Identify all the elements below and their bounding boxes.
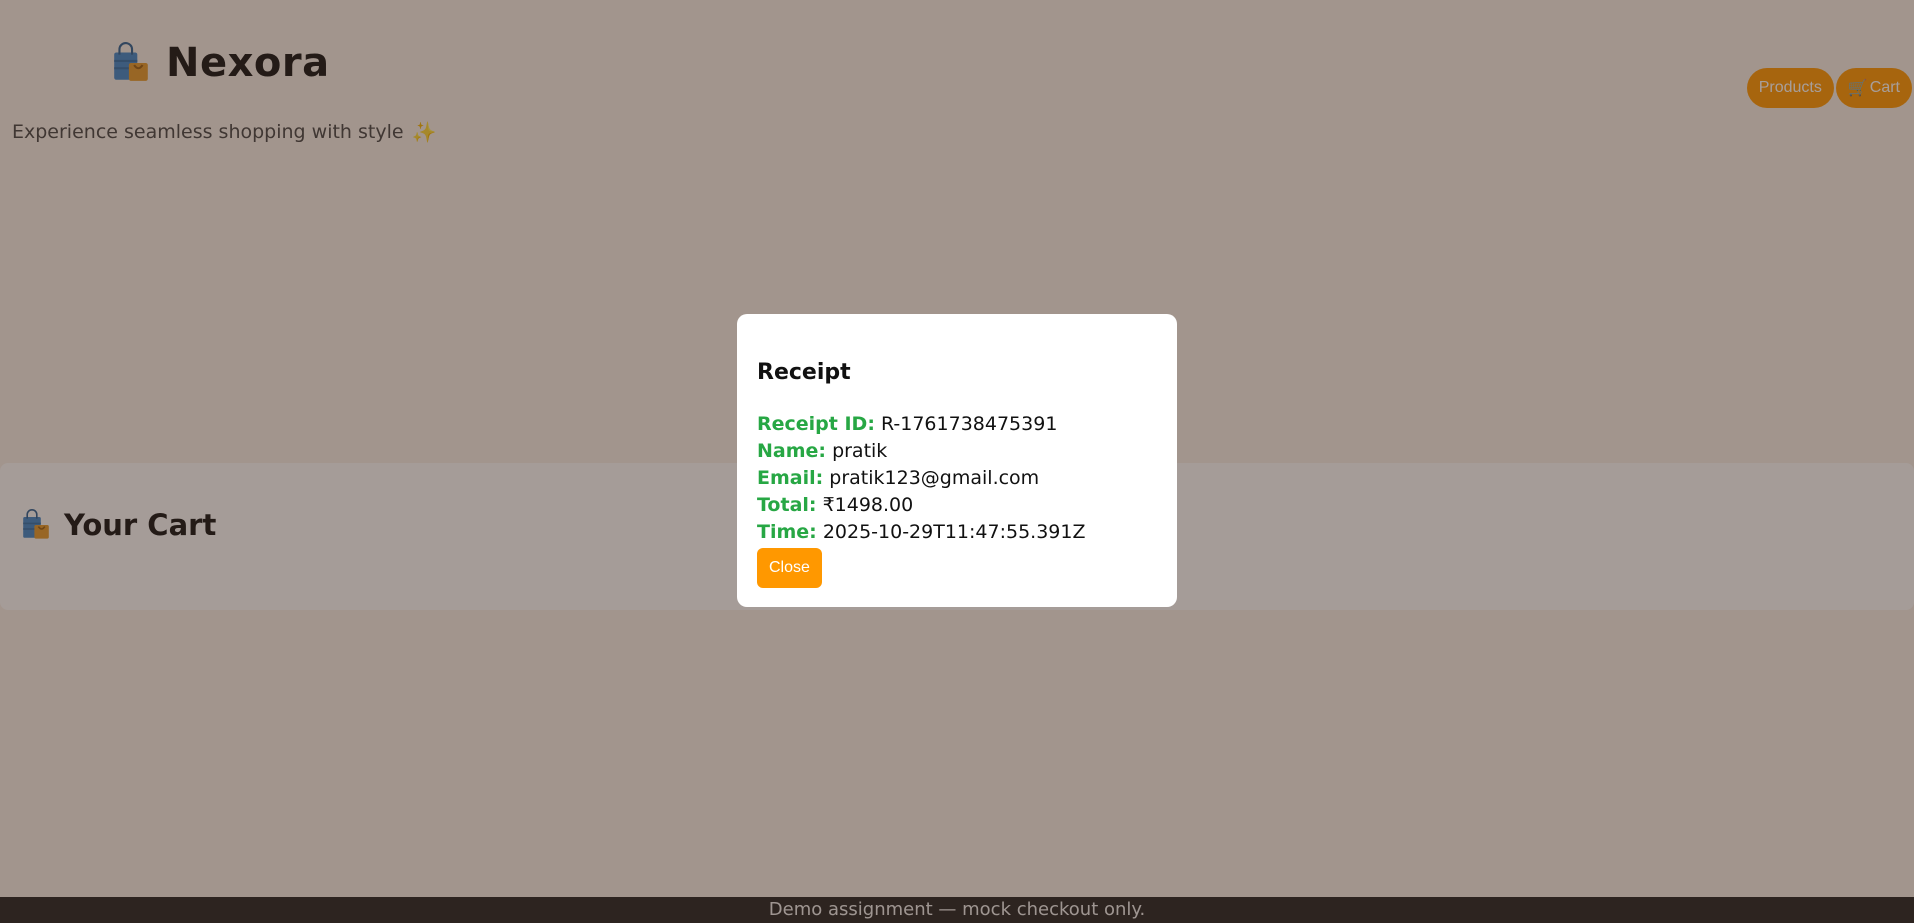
receipt-name-row: Name: pratik [757,438,1157,465]
receipt-total-value: ₹1498.00 [822,494,914,516]
receipt-modal: Receipt Receipt ID: R-1761738475391 Name… [737,314,1177,607]
receipt-id-label: Receipt ID: [757,413,875,435]
receipt-total-row: Total: ₹1498.00 [757,492,1157,519]
receipt-time-value: 2025-10-29T11:47:55.391Z [822,521,1086,543]
receipt-name-label: Name: [757,440,827,462]
page: Nexora Experience seamless shopping with… [0,0,1914,923]
receipt-name-value: pratik [832,440,888,462]
receipt-id-row: Receipt ID: R-1761738475391 [757,411,1157,438]
receipt-id-value: R-1761738475391 [880,413,1058,435]
receipt-email-value: pratik123@gmail.com [829,467,1040,489]
receipt-email-row: Email: pratik123@gmail.com [757,465,1157,492]
receipt-total-label: Total: [757,494,817,516]
close-button[interactable]: Close [757,548,822,588]
receipt-email-label: Email: [757,467,824,489]
receipt-time-label: Time: [757,521,817,543]
receipt-time-row: Time: 2025-10-29T11:47:55.391Z [757,519,1157,546]
receipt-title: Receipt [757,360,851,385]
